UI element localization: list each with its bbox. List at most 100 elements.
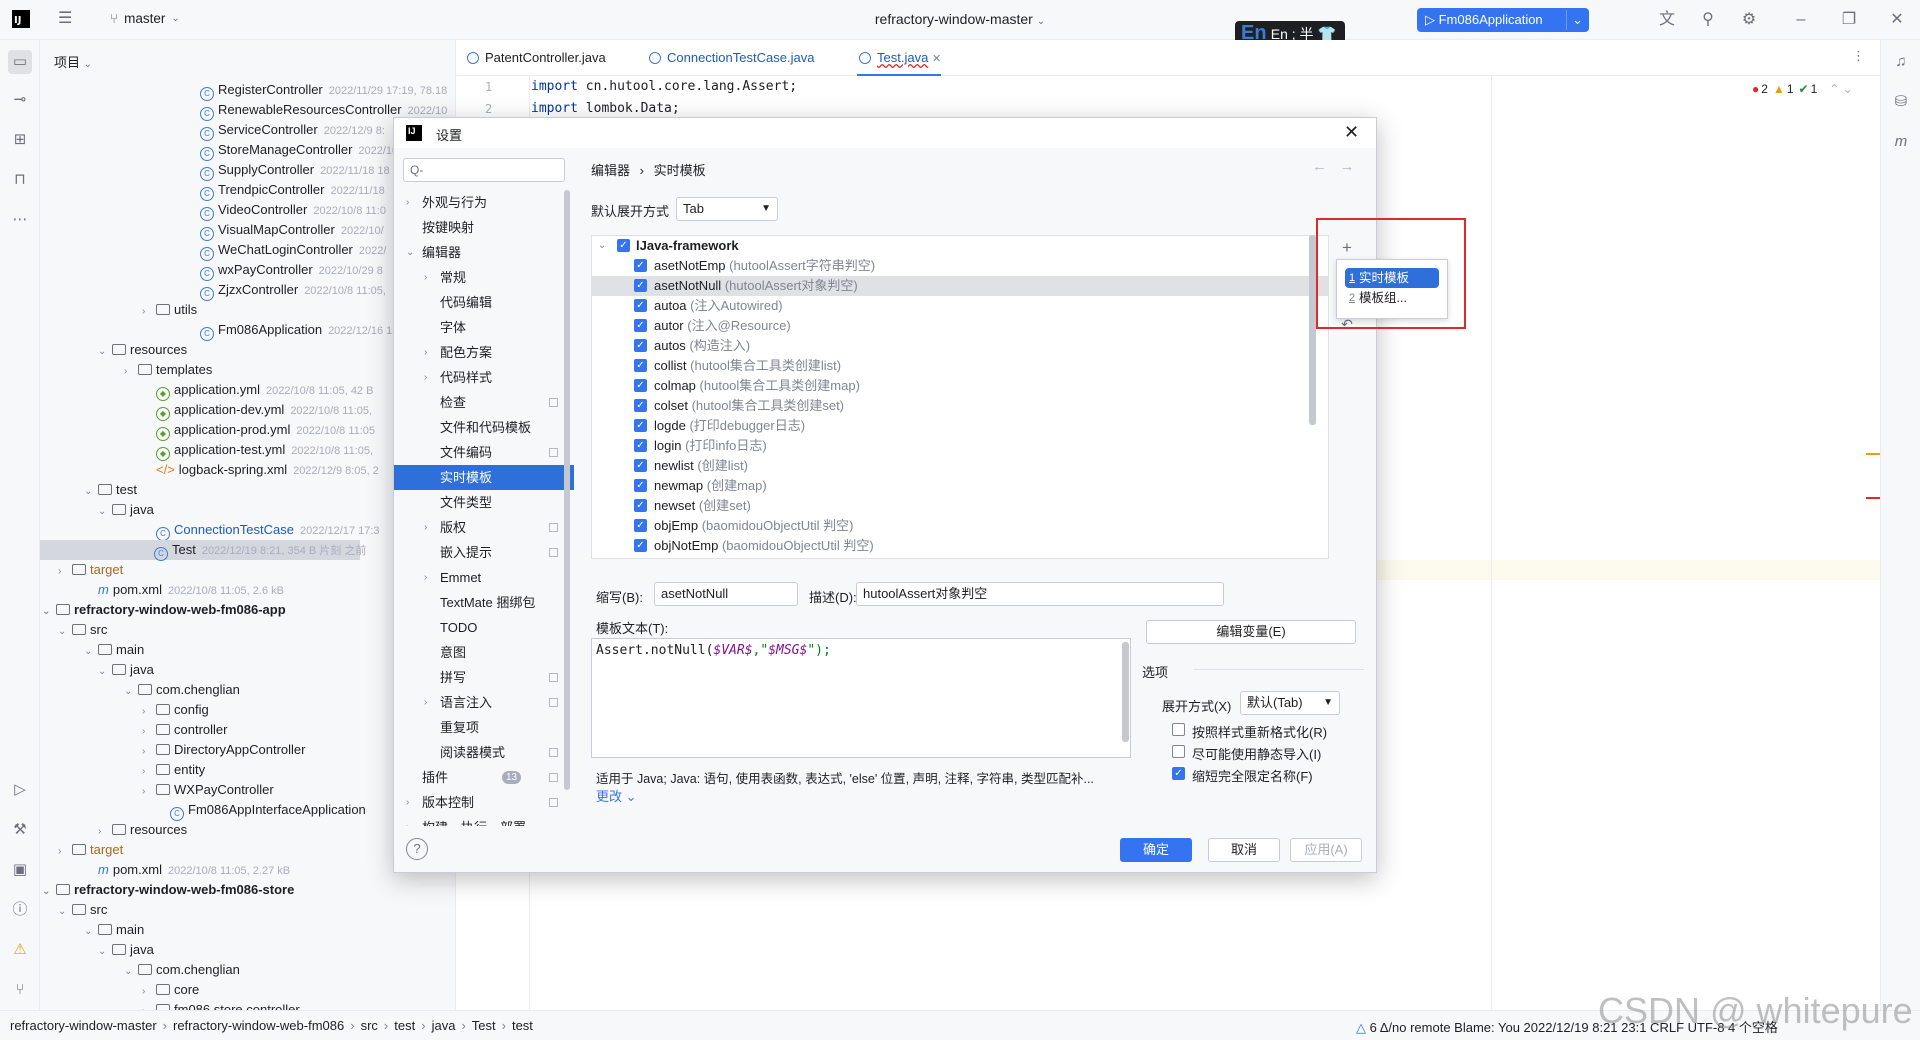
close-icon[interactable]: ✕: [1888, 11, 1906, 29]
tree-node[interactable]: C TrendpicController 2022/11/18: [200, 180, 385, 201]
settings-tree-item[interactable]: › 代码样式: [394, 365, 574, 390]
tree-node[interactable]: C VisualMapController 2022/10/: [200, 220, 384, 241]
chevron-right-icon[interactable]: ›: [424, 265, 427, 290]
tabs-more-icon[interactable]: ⋮: [1852, 48, 1865, 64]
template-checkbox[interactable]: ✓: [634, 379, 647, 392]
template-checkbox[interactable]: ✓: [634, 439, 647, 452]
tree-node[interactable]: › target: [58, 560, 123, 580]
static-import-checkbox[interactable]: [1172, 745, 1185, 758]
apply-button[interactable]: 应用(A): [1290, 838, 1362, 862]
template-row[interactable]: ✓ autor (注入@Resource): [592, 316, 1328, 336]
breadcrumb-item[interactable]: test: [394, 1018, 415, 1033]
settings-tree-item[interactable]: 文件和代码模板: [394, 415, 574, 440]
chevron-down-icon[interactable]: ⌄: [124, 682, 138, 702]
templates-scrollbar[interactable]: [1309, 235, 1316, 425]
tab-connection-test-case[interactable]: ConnectionTestCase.java: [647, 40, 814, 76]
tree-node[interactable]: ⌄ test: [84, 480, 137, 500]
template-row[interactable]: ✓ objEmp (baomidouObjectUtil 判空): [592, 516, 1328, 536]
template-row[interactable]: ✓ colset (hutool集合工具类创建set): [592, 396, 1328, 416]
chevron-right-icon[interactable]: ›: [142, 302, 156, 322]
template-row[interactable]: ✓ newlist (创建list): [592, 456, 1328, 476]
more-icon[interactable]: ⋯: [8, 208, 32, 232]
tree-node[interactable]: C Fm086Application 2022/12/16 15:3: [200, 320, 408, 341]
template-checkbox[interactable]: ✓: [634, 339, 647, 352]
change-contexts-link[interactable]: 更改 ⌄: [596, 786, 637, 805]
restore-icon[interactable]: ❐: [1840, 11, 1858, 29]
run-configuration-button[interactable]: ▷ Fm086Application ⌄: [1417, 8, 1589, 32]
notifications-bell-icon[interactable]: ♫: [1889, 50, 1913, 74]
settings-tree-item[interactable]: 字体: [394, 315, 574, 340]
tree-node[interactable]: › config: [142, 700, 209, 720]
settings-nav-arrows[interactable]: ← →: [1312, 158, 1355, 175]
expand-with-select[interactable]: 默认(Tab) ▼: [1240, 691, 1340, 715]
help-icon[interactable]: ?: [406, 838, 428, 860]
template-checkbox[interactable]: ✓: [634, 419, 647, 432]
breadcrumb-item[interactable]: refractory-window-master: [10, 1018, 157, 1033]
breadcrumb-item[interactable]: src: [361, 1018, 378, 1033]
template-checkbox[interactable]: ✓: [634, 459, 647, 472]
tree-node[interactable]: C VideoController 2022/10/8 11:0: [200, 200, 386, 221]
template-checkbox[interactable]: ✓: [634, 399, 647, 412]
template-row[interactable]: ✓ newmap (创建map): [592, 476, 1328, 496]
tree-node[interactable]: </> logback-spring.xml 2022/12/9 8:05, 2: [156, 460, 379, 480]
settings-search-input[interactable]: Q-: [403, 158, 565, 182]
template-row[interactable]: ✓ logde (打印debugger日志): [592, 416, 1328, 436]
tree-node[interactable]: ⌄ refractory-window-web-fm086-store: [42, 880, 294, 900]
chevron-right-icon[interactable]: ›: [424, 565, 427, 590]
chevron-right-icon[interactable]: ›: [406, 790, 409, 815]
group-checkbox[interactable]: ✓: [617, 239, 630, 252]
chevron-down-icon[interactable]: ⌄: [84, 922, 98, 942]
chevron-right-icon[interactable]: ›: [142, 782, 156, 802]
tree-node[interactable]: ⌄ src: [58, 900, 107, 920]
settings-tree-item[interactable]: › 版权: [394, 515, 574, 540]
settings-tree-item[interactable]: TODO: [394, 615, 574, 640]
settings-tree-item[interactable]: › 常规: [394, 265, 574, 290]
chevron-right-icon[interactable]: ›: [142, 762, 156, 782]
chevron-down-icon[interactable]: ⌄: [84, 642, 98, 662]
breadcrumb-item[interactable]: Test: [472, 1018, 496, 1033]
settings-tree-item[interactable]: 按键映射: [394, 215, 574, 240]
template-row[interactable]: ✓ autoa (注入Autowired): [592, 296, 1328, 316]
template-text-area[interactable]: Assert.notNull($VAR$,"$MSG$");: [591, 638, 1131, 758]
settings-tree-item[interactable]: TextMate 捆绑包: [394, 590, 574, 615]
edit-variables-button[interactable]: 编辑变量(E): [1146, 620, 1356, 644]
chevron-down-icon[interactable]: ⌄: [42, 882, 56, 902]
tree-node[interactable]: › utils: [142, 300, 197, 320]
tab-patent-controller[interactable]: PatentController.java: [465, 40, 606, 76]
template-checkbox[interactable]: ✓: [634, 259, 647, 272]
chevron-down-icon[interactable]: ⌄: [124, 962, 138, 982]
chevron-right-icon[interactable]: ›: [142, 1002, 156, 1010]
template-checkbox[interactable]: ✓: [634, 539, 647, 552]
tree-node[interactable]: C RegisterController 2022/11/29 17:19, 78.…: [200, 80, 447, 101]
settings-tree-item[interactable]: › 版本控制: [394, 790, 574, 815]
chevron-right-icon[interactable]: ›: [58, 562, 72, 582]
terminal-icon[interactable]: ▣: [8, 858, 32, 882]
template-checkbox[interactable]: ✓: [634, 299, 647, 312]
template-checkbox[interactable]: ✓: [634, 479, 647, 492]
tree-node[interactable]: C ConnectionTestCase 2022/12/17 17:3: [156, 520, 380, 541]
breadcrumb-item[interactable]: java: [432, 1018, 456, 1033]
inspection-widget[interactable]: ● 2 ▲ 1 ✔ 1 ⌃ ⌄: [1752, 82, 1853, 96]
template-row[interactable]: ✓ colmap (hutool集合工具类创建map): [592, 376, 1328, 396]
settings-tree-item[interactable]: 文件编码: [394, 440, 574, 465]
chevron-down-icon[interactable]: ⌄: [42, 602, 56, 622]
settings-tree-item[interactable]: 阅读器模式: [394, 740, 574, 765]
tree-node[interactable]: C ZjzxController 2022/10/8 11:05,: [200, 280, 386, 301]
tree-node[interactable]: m pom.xml 2022/10/8 11:05, 2.27 kB: [98, 860, 290, 880]
template-row[interactable]: ✓ newset (创建set): [592, 496, 1328, 516]
project-panel-header[interactable]: 项目 ⌄: [54, 52, 92, 71]
settings-tree-item[interactable]: 嵌入提示: [394, 540, 574, 565]
tree-node[interactable]: ⌄ src: [58, 620, 107, 640]
cancel-button[interactable]: 取消: [1208, 838, 1280, 862]
template-checkbox[interactable]: ✓: [634, 499, 647, 512]
services-icon[interactable]: ▷: [8, 778, 32, 802]
settings-tree-item[interactable]: › 配色方案: [394, 340, 574, 365]
tree-node[interactable]: ⌄ resources: [98, 340, 187, 360]
settings-tree-item[interactable]: 重复项: [394, 715, 574, 740]
chevron-right-icon[interactable]: ›: [406, 815, 409, 826]
bookmark-icon[interactable]: ⊓: [8, 168, 32, 192]
default-expand-select[interactable]: Tab ▼: [676, 197, 778, 221]
chevron-down-icon[interactable]: ⌄: [406, 240, 414, 265]
ok-button[interactable]: 确定: [1120, 838, 1192, 862]
chevron-down-icon[interactable]: ⌄: [98, 662, 112, 682]
